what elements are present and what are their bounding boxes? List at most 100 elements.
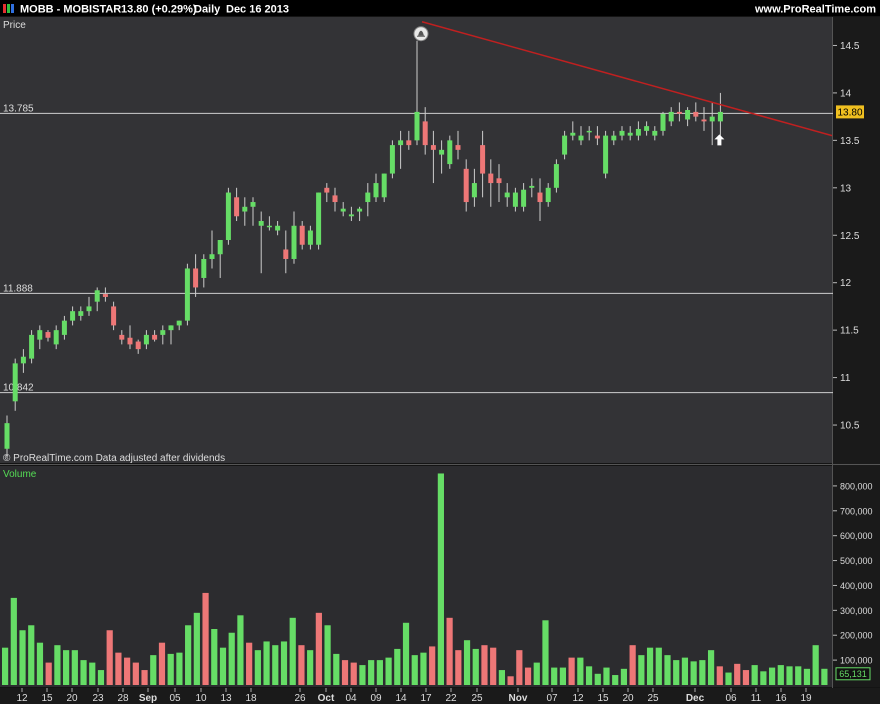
volume-bar bbox=[629, 645, 636, 685]
volume-bar bbox=[551, 667, 558, 685]
candle-body bbox=[414, 111, 420, 141]
last-volume-text: 65,131 bbox=[839, 669, 867, 679]
volume-bar bbox=[437, 473, 444, 685]
price-tick-label: 13.5 bbox=[840, 136, 860, 147]
volume-bar bbox=[795, 666, 802, 685]
price-tick-label: 11 bbox=[840, 373, 851, 384]
volume-bar bbox=[490, 647, 497, 685]
candle-body bbox=[332, 195, 338, 203]
volume-bar bbox=[2, 647, 9, 685]
candle-body bbox=[45, 332, 51, 338]
candle-body bbox=[422, 121, 428, 146]
volume-bar bbox=[315, 612, 322, 685]
candle-body bbox=[324, 187, 330, 193]
candle-body bbox=[217, 240, 223, 255]
chart-window: MOBB - MOBISTAR 13.80 (+0.29%) Daily Dec… bbox=[0, 0, 880, 704]
candle-body bbox=[348, 214, 354, 217]
volume-bar bbox=[158, 642, 166, 685]
volume-bar bbox=[237, 615, 244, 685]
alert-bell-icon[interactable] bbox=[413, 26, 429, 42]
volume-bar bbox=[272, 645, 279, 685]
status-icon-blue bbox=[11, 4, 14, 13]
candle-body bbox=[176, 320, 182, 326]
level-label: 13.785 bbox=[3, 103, 34, 114]
volume-tick-label: 500,000 bbox=[840, 556, 873, 566]
volume-bar bbox=[638, 655, 645, 685]
candle-body bbox=[717, 111, 723, 122]
volume-tick-label: 100,000 bbox=[840, 656, 873, 666]
volume-bar bbox=[812, 645, 819, 685]
candle-body bbox=[184, 268, 190, 321]
candle-body bbox=[668, 111, 674, 122]
date-tick-label: 20 bbox=[622, 693, 634, 704]
volume-bar bbox=[446, 617, 453, 685]
candle-body bbox=[430, 145, 436, 150]
volume-bar bbox=[45, 662, 52, 685]
chart-canvas: MOBB - MOBISTAR 13.80 (+0.29%) Daily Dec… bbox=[0, 0, 880, 704]
volume-bar bbox=[751, 665, 758, 685]
candle-body bbox=[693, 111, 699, 117]
volume-bar bbox=[385, 657, 392, 685]
candle-body bbox=[250, 202, 256, 207]
volume-bar bbox=[289, 617, 296, 685]
date-tick-label: Dec bbox=[686, 693, 705, 704]
price-panel[interactable] bbox=[0, 17, 832, 463]
volume-bar bbox=[124, 657, 131, 685]
volume-tick-label: 400,000 bbox=[840, 581, 873, 591]
candle-body bbox=[652, 130, 658, 136]
volume-bar bbox=[324, 625, 331, 685]
volume-bar bbox=[80, 660, 87, 685]
volume-bar bbox=[585, 666, 593, 685]
volume-panel-label: Volume bbox=[3, 469, 37, 480]
candle-body bbox=[94, 290, 100, 302]
candle-body bbox=[480, 145, 486, 174]
candle-body bbox=[447, 140, 453, 165]
date-tick-label: 26 bbox=[294, 693, 306, 704]
volume-bar bbox=[71, 650, 78, 685]
candle-body bbox=[291, 225, 297, 259]
candle-body bbox=[488, 173, 494, 184]
date-tick-label: 20 bbox=[66, 693, 78, 704]
date-tick-label: 23 bbox=[92, 693, 104, 704]
level-label: 10.842 bbox=[3, 383, 34, 394]
date-tick-label: 04 bbox=[345, 693, 357, 704]
volume-bar bbox=[542, 620, 549, 685]
date-tick-label: 15 bbox=[41, 693, 53, 704]
volume-bar bbox=[402, 622, 410, 685]
date-tick-label: 12 bbox=[16, 693, 28, 704]
volume-bar bbox=[690, 661, 697, 685]
volume-bar bbox=[568, 657, 575, 685]
candle-body bbox=[463, 168, 469, 203]
candle-body bbox=[70, 311, 76, 321]
candle-body bbox=[160, 330, 166, 335]
site-link[interactable]: www.ProRealTime.com bbox=[754, 4, 876, 16]
volume-bar bbox=[28, 625, 35, 685]
volume-bar bbox=[821, 668, 828, 685]
volume-bar bbox=[463, 640, 471, 685]
candle-body bbox=[86, 306, 92, 312]
volume-bar bbox=[725, 672, 732, 685]
volume-bar bbox=[132, 662, 139, 685]
volume-bar bbox=[167, 653, 174, 685]
volume-bar bbox=[786, 666, 793, 685]
volume-bar bbox=[742, 670, 750, 685]
date-tick-label: 06 bbox=[725, 693, 737, 704]
date-tick-label: 12 bbox=[572, 693, 584, 704]
price-tick-label: 14.5 bbox=[840, 41, 860, 52]
date-tick-label: 10 bbox=[195, 693, 207, 704]
candle-body bbox=[635, 128, 641, 136]
date-tick-label: 11 bbox=[751, 693, 762, 704]
candle-body bbox=[152, 334, 158, 340]
candle-body bbox=[553, 164, 559, 188]
volume-bar bbox=[54, 645, 61, 685]
candle-body bbox=[12, 363, 18, 402]
date-tick-label: 25 bbox=[471, 693, 483, 704]
candle-body bbox=[307, 230, 313, 245]
candle-body bbox=[316, 192, 322, 245]
date-tick-label: 14 bbox=[395, 693, 407, 704]
candle-body bbox=[512, 192, 518, 207]
candle-body bbox=[275, 225, 281, 231]
candle-body bbox=[258, 221, 264, 226]
volume-panel[interactable] bbox=[0, 466, 832, 687]
candle-body bbox=[299, 225, 305, 245]
